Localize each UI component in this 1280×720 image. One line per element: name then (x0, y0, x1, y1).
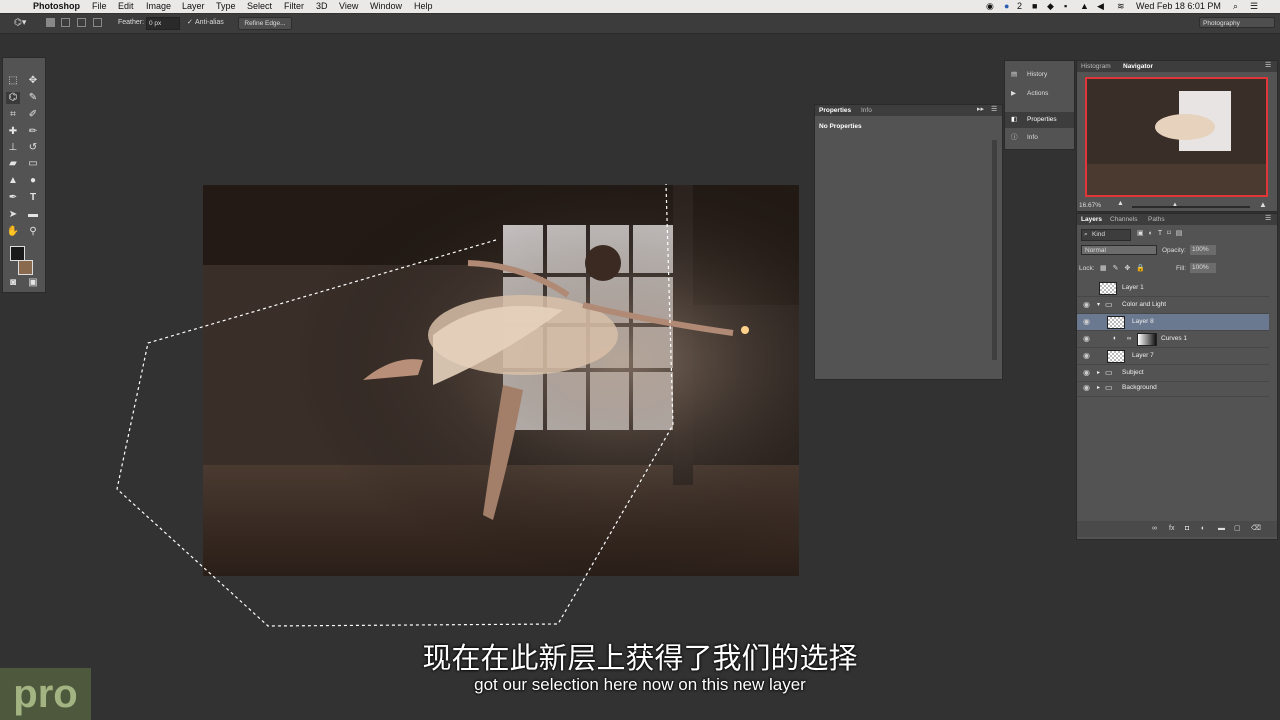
zoom-in-icon[interactable]: ▲ (1259, 200, 1267, 209)
zoom-level[interactable]: 16.67% (1079, 202, 1101, 209)
dock-properties[interactable]: ◧ Properties (1005, 112, 1074, 128)
dock-info[interactable]: ⓘ Info (1005, 130, 1074, 146)
tab-navigator[interactable]: Navigator (1123, 62, 1153, 72)
layer-row-layer-1[interactable]: □ Layer 1 (1077, 280, 1269, 297)
subtitle-english: got our selection here now on this new l… (474, 675, 806, 694)
layers-panel: Layers Channels Paths ☰ ⌕ Kind ▣◐T⌑▤ Nor… (1076, 213, 1278, 540)
tab-layers[interactable]: Layers (1081, 215, 1102, 225)
adjustment-icon[interactable]: ◐ (1201, 521, 1205, 537)
mask-thumbnail (1137, 333, 1157, 346)
visibility-toggle[interactable]: □ (1083, 280, 1088, 296)
lock-label: Lock: (1079, 265, 1095, 272)
properties-scrollbar[interactable] (992, 140, 997, 360)
link-layers-icon[interactable]: ∞ (1152, 521, 1157, 537)
properties-panel: Properties Info ▸▸ ☰ No Properties (814, 104, 1003, 380)
tab-info[interactable]: Info (861, 106, 872, 116)
panel-menu-icon[interactable]: ☰ (1265, 214, 1271, 222)
opacity-input[interactable]: 100% (1190, 245, 1216, 255)
layers-footer: ∞ fx ◘ ◐ ▬ ▢ ⌫ (1077, 521, 1277, 537)
eye-icon[interactable]: ◉ (1083, 365, 1090, 381)
add-mask-icon[interactable]: ◘ (1185, 521, 1189, 537)
layers-list: □ Layer 1 ◉ ▾ ▭ Color and Light ◉ Layer … (1077, 280, 1269, 472)
chevron-right-icon[interactable]: ▸ (1097, 380, 1100, 396)
new-layer-icon[interactable]: ▢ (1234, 521, 1241, 537)
chevron-down-icon[interactable]: ▾ (1097, 297, 1100, 313)
navigator-preview[interactable] (1085, 77, 1268, 197)
layer-name: Background (1122, 384, 1157, 391)
layer-thumbnail (1107, 316, 1125, 329)
zoom-out-icon[interactable]: ▲ (1117, 200, 1124, 207)
layer-row-layer-7[interactable]: ◉ Layer 7 (1077, 348, 1269, 365)
panel-menu-icon[interactable]: ☰ (1265, 61, 1271, 69)
layer-name: Layer 8 (1132, 318, 1154, 325)
fill-input[interactable]: 100% (1190, 263, 1216, 273)
tab-channels[interactable]: Channels (1110, 215, 1137, 225)
eye-icon[interactable]: ◉ (1083, 348, 1090, 364)
link-icon[interactable]: ∞ (1127, 331, 1131, 347)
dock-history[interactable]: ▤ History (1005, 67, 1074, 83)
new-group-icon[interactable]: ▬ (1218, 521, 1225, 537)
curves-adjustment-icon: ◐ (1113, 335, 1118, 342)
subtitle-chinese: 现在在此新层上获得了我们的选择 (422, 641, 858, 675)
folder-icon: ▭ (1105, 383, 1113, 392)
search-icon: ⌕ (1084, 231, 1088, 238)
layer-row-color-and-light[interactable]: ◉ ▾ ▭ Color and Light (1077, 297, 1269, 314)
play-icon: ▶ (1011, 90, 1016, 97)
panel-menu-icon[interactable]: ☰ (991, 105, 997, 113)
history-icon: ▤ (1011, 71, 1018, 78)
layer-row-background[interactable]: ◉ ▸ ▭ Background (1077, 380, 1269, 397)
navigator-panel: Histogram Navigator ☰ 16.67% ▲ ▲ ▲ (1076, 60, 1278, 212)
info-icon: ⓘ (1011, 134, 1018, 141)
dock-actions[interactable]: ▶ Actions (1005, 86, 1074, 102)
filter-icons[interactable]: ▣◐T⌑▤ (1137, 229, 1187, 237)
lock-icons[interactable]: ▦✎✥🔒 (1100, 264, 1151, 272)
fill-label: Fill: (1176, 265, 1187, 272)
layer-name: Layer 1 (1122, 284, 1144, 291)
collapse-icon[interactable]: ▸▸ (977, 105, 984, 113)
zoom-slider[interactable] (1132, 206, 1250, 208)
eye-icon[interactable]: ◉ (1083, 380, 1090, 396)
properties-icon: ◧ (1011, 116, 1018, 123)
layers-tabbar (1077, 214, 1277, 225)
opacity-label: Opacity: (1162, 247, 1186, 254)
pro-watermark-logo: pro (0, 668, 91, 720)
panel-dock: ▤ History ▶ Actions ◧ Properties ⓘ Info (1004, 60, 1075, 150)
navigator-thumbnail (1087, 79, 1266, 195)
chevron-right-icon[interactable]: ▸ (1097, 365, 1100, 381)
layer-thumbnail (1099, 282, 1117, 295)
trash-icon[interactable]: ⌫ (1251, 521, 1261, 537)
filter-kind-select[interactable]: ⌕ Kind (1081, 229, 1131, 241)
fx-icon[interactable]: fx (1169, 521, 1174, 537)
selection-path (116, 183, 674, 627)
layer-name: Color and Light (1122, 301, 1167, 308)
layer-name: Subject (1122, 369, 1144, 376)
tab-paths[interactable]: Paths (1148, 215, 1165, 225)
eye-icon[interactable]: ◉ (1083, 297, 1090, 313)
layer-thumbnail (1107, 350, 1125, 363)
eye-icon[interactable]: ◉ (1083, 331, 1090, 347)
layer-row-layer-8[interactable]: ◉ Layer 8 (1077, 314, 1269, 331)
zoom-slider-thumb[interactable]: ▲ (1172, 202, 1178, 208)
layer-name: Curves 1 (1161, 335, 1188, 342)
eye-icon[interactable]: ◉ (1083, 314, 1090, 330)
tab-histogram[interactable]: Histogram (1081, 62, 1111, 72)
blend-mode-select[interactable]: Normal (1081, 245, 1157, 255)
folder-icon: ▭ (1105, 368, 1113, 377)
layer-row-curves-1[interactable]: ◉ ◐ ∞ Curves 1 (1077, 331, 1269, 348)
no-properties-text: No Properties (819, 123, 862, 130)
tab-properties[interactable]: Properties (819, 106, 851, 116)
layer-name: Layer 7 (1132, 352, 1154, 359)
folder-icon: ▭ (1105, 300, 1113, 309)
